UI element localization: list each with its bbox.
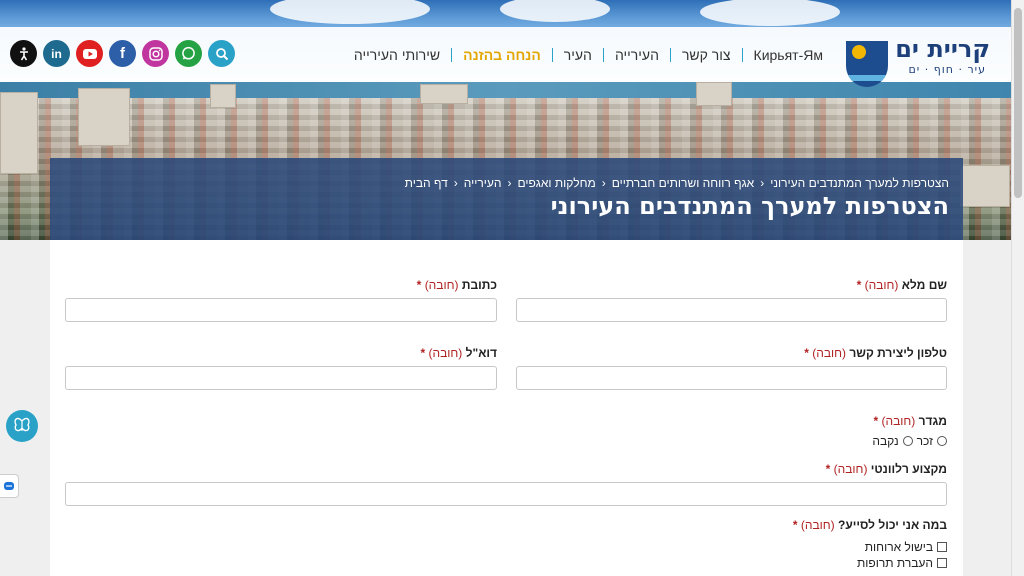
main-nav: שירותי העירייה הנחה בהזנה העיר העירייה צ…	[343, 45, 834, 65]
help-medicine-label: העברת תרופות	[857, 556, 933, 570]
whatsapp-icon[interactable]	[175, 40, 202, 67]
nav-separator	[669, 48, 671, 62]
address-label: כתובת (חובה) *	[416, 278, 497, 292]
sun-icon	[852, 45, 866, 59]
nav-separator	[551, 48, 553, 62]
help-option-cooking: בישול ארוחות	[865, 540, 947, 554]
accessibility-widget-button[interactable]	[6, 410, 38, 442]
help-medicine-checkbox[interactable]	[937, 558, 947, 568]
gender-female-radio[interactable]	[902, 436, 913, 446]
profession-label: מקצוע רלוונטי (חובה) *	[825, 462, 947, 476]
nav-item-the-city[interactable]: העיר	[553, 47, 603, 63]
chat-icon	[4, 482, 14, 490]
breadcrumb-departments[interactable]: מחלקות ואגפים	[517, 176, 595, 190]
breadcrumb-welfare[interactable]: אגף רווחה ושרותים חברתיים	[612, 176, 755, 190]
nav-item-contact[interactable]: צור קשר	[671, 47, 742, 63]
phone-label: טלפון ליצירת קשר (חובה) *	[804, 346, 947, 360]
nav-separator	[741, 48, 743, 62]
nav-separator	[451, 48, 453, 62]
breadcrumb: דף הבית ‹ העירייה ‹ מחלקות ואגפים ‹ אגף …	[405, 176, 949, 190]
breadcrumb-current: הצטרפות למערך המתנדבים העירוני	[770, 176, 949, 190]
page-title: הצטרפות למערך המתנדבים העירוני	[550, 192, 949, 220]
building	[78, 88, 130, 146]
gender-female-label: נקבה	[872, 434, 899, 448]
chevron-left-icon: ‹	[760, 176, 765, 190]
nav-item-municipality[interactable]: העירייה	[604, 47, 670, 63]
wave-icon	[846, 75, 888, 81]
butterfly-icon	[14, 417, 30, 432]
instagram-icon[interactable]	[142, 40, 169, 67]
linkedin-icon[interactable]: in	[43, 40, 70, 67]
chevron-left-icon: ‹	[601, 176, 606, 190]
building	[960, 165, 1010, 207]
building	[696, 82, 732, 106]
help-cooking-label: בישול ארוחות	[864, 540, 933, 554]
cloud	[270, 0, 430, 24]
youtube-icon[interactable]	[76, 40, 103, 67]
email-field[interactable]	[65, 366, 497, 390]
logo-emblem-icon	[846, 41, 888, 87]
help-cooking-checkbox[interactable]	[937, 542, 947, 552]
page-scrollbar[interactable]	[1011, 0, 1024, 576]
logo-tagline: עיר · חוף · ים	[908, 63, 986, 76]
cloud	[500, 0, 610, 22]
help-label: במה אני יכול לסייע? (חובה) *	[792, 518, 947, 532]
phone-field[interactable]	[516, 366, 947, 390]
building	[0, 92, 38, 174]
building	[210, 84, 236, 108]
gender-male-label: זכר	[916, 434, 933, 448]
social-links: in f	[10, 40, 235, 67]
site-logo[interactable]: קריית ים עיר · חוף · ים	[842, 29, 1002, 87]
profession-field[interactable]	[65, 482, 947, 506]
page-title-banner: דף הבית ‹ העירייה ‹ מחלקות ואגפים ‹ אגף …	[50, 158, 963, 240]
gender-options: זכר נקבה	[872, 434, 947, 448]
gender-male-radio[interactable]	[937, 436, 947, 446]
gender-label: מגדר (חובה) *	[873, 414, 947, 428]
side-chat-tab[interactable]	[0, 474, 19, 498]
breadcrumb-municipality[interactable]: העירייה	[464, 176, 502, 190]
building	[420, 84, 468, 104]
chevron-left-icon: ‹	[507, 176, 512, 190]
logo-title: קריית ים	[895, 35, 990, 63]
breadcrumb-home[interactable]: דף הבית	[405, 176, 448, 190]
volunteer-form: שם מלא (חובה) * כתובת (חובה) * טלפון ליצ…	[50, 240, 963, 576]
help-option-medicine: העברת תרופות	[857, 556, 947, 570]
nav-item-city-services[interactable]: שירותי העירייה	[343, 47, 451, 63]
full-name-label: שם מלא (חובה) *	[856, 278, 947, 292]
full-name-field[interactable]	[516, 298, 947, 322]
nav-item-meal-discount[interactable]: הנחה בהזנה	[452, 47, 552, 63]
scrollbar-thumb[interactable]	[1014, 8, 1022, 198]
address-field[interactable]	[65, 298, 497, 322]
email-label: דוא"ל (חובה) *	[420, 346, 498, 360]
cloud	[700, 0, 840, 26]
search-icon[interactable]	[208, 40, 235, 67]
facebook-icon[interactable]: f	[109, 40, 136, 67]
nav-separator	[602, 48, 604, 62]
nav-item-russian[interactable]: Кирьят-Ям	[743, 47, 834, 63]
accessibility-icon[interactable]	[10, 40, 37, 67]
top-navigation-bar: קריית ים עיר · חוף · ים שירותי העירייה ה…	[0, 27, 1012, 87]
chevron-left-icon: ‹	[453, 176, 458, 190]
